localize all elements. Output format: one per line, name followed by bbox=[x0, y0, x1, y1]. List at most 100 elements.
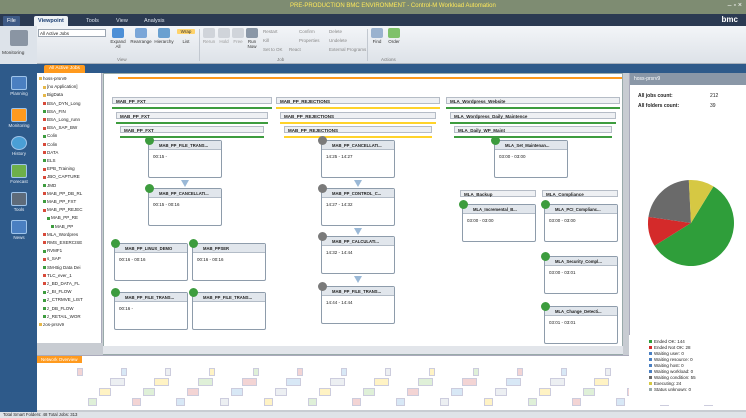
sidebar-item-monitoring[interactable]: Monitoring bbox=[3, 108, 35, 128]
folder-mla-backup[interactable]: MLA_Backup bbox=[460, 190, 536, 197]
lane-header-mla[interactable]: MLA_Wordpress_Website bbox=[446, 97, 620, 104]
restart-button[interactable]: Restart bbox=[263, 29, 278, 34]
job-node[interactable]: MLA_Security_Compl... 03:00 - 03:01 bbox=[541, 252, 618, 294]
undelete-button[interactable]: Undelete bbox=[329, 38, 347, 43]
monitoring-icon bbox=[11, 108, 27, 122]
tree-item[interactable]: MLA_Wordpres bbox=[43, 232, 78, 237]
set-to-ok-button[interactable]: Set to OK bbox=[263, 47, 283, 52]
find-button[interactable]: Find bbox=[371, 28, 383, 44]
tab-file[interactable]: File bbox=[3, 16, 20, 26]
job-node[interactable]: MAB_PPSER 00:16 - 00:16 bbox=[189, 239, 266, 281]
lane-sub-fxt[interactable]: MAB_PP_FXT bbox=[116, 112, 268, 119]
folder-mla-compliance[interactable]: MLA_Compliance bbox=[542, 190, 618, 197]
delete-button[interactable]: Delete bbox=[329, 29, 342, 34]
tree-item[interactable]: JBO_CAPTURE bbox=[43, 174, 80, 179]
job-node[interactable]: MAB_PP_FILE_TRANS... 00:16 - bbox=[111, 288, 188, 330]
lane-header-rejections[interactable]: MAB_PP_REJECTIONS bbox=[276, 97, 440, 104]
wrap-button[interactable]: Wrap bbox=[177, 29, 195, 34]
tab-viewpoint[interactable]: Viewpoint bbox=[34, 16, 68, 26]
tab-tools[interactable]: Tools bbox=[82, 16, 103, 26]
free-button[interactable]: Free bbox=[232, 28, 244, 44]
tree-item[interactable]: z_RETAIL_WOR bbox=[43, 314, 81, 319]
horizontal-scrollbar[interactable] bbox=[103, 346, 623, 354]
kill-button[interactable]: Kill bbox=[263, 38, 269, 43]
hierarchy-button[interactable]: Hierarchy bbox=[153, 28, 175, 44]
properties-button[interactable]: Properties bbox=[299, 38, 320, 43]
tree-item[interactable]: JMD bbox=[43, 183, 56, 188]
tree-item[interactable]: BSA_SAP_BW bbox=[43, 125, 77, 130]
sidebar-item-news[interactable]: News bbox=[3, 220, 35, 240]
tree-item[interactable]: BSA_Long_runn bbox=[43, 117, 80, 122]
expand-all-button[interactable]: Expand All bbox=[109, 28, 127, 49]
tree-item[interactable]: MAB_PP_REJEC bbox=[43, 207, 83, 212]
tree-item[interactable]: s_SAP bbox=[43, 256, 61, 261]
job-node[interactable]: MAB_PP_CANCELLATI... 00:15 - 00:16 bbox=[145, 184, 222, 226]
tree-item[interactable]: [no Application] bbox=[43, 84, 78, 89]
tree-item[interactable]: RVMF1 bbox=[43, 248, 62, 253]
tree-item[interactable]: Colin bbox=[43, 133, 57, 138]
folder-fxt[interactable]: MAB_PP_FXT bbox=[120, 126, 264, 133]
viewpoint-filter-select[interactable]: All Active Jobs bbox=[38, 29, 106, 37]
tree-item[interactable]: MAB_PP_RE bbox=[47, 215, 78, 220]
tree-item[interactable]: z_BD_DATA_FL bbox=[43, 281, 80, 286]
tree-item[interactable]: SM-Big Data Dei bbox=[43, 265, 81, 270]
window-controls[interactable]: – ▫ × bbox=[728, 2, 742, 9]
job-node[interactable]: MAB_PP_FILE_TRANS... 00:15 - bbox=[145, 136, 222, 178]
sidebar-item-history[interactable]: History bbox=[3, 136, 35, 156]
sidebar-item-forecast[interactable]: Forecast bbox=[3, 164, 35, 184]
tab-analysis[interactable]: Analysis bbox=[140, 16, 168, 26]
tree-item[interactable]: z_CTRMVE_LIST bbox=[43, 297, 83, 302]
flow-canvas[interactable]: MAB_PP_FXT MAB_PP_FXT MAB_PP_FXT MAB_PP_… bbox=[103, 73, 623, 355]
tree-item[interactable]: z_DB_FLOW bbox=[43, 306, 74, 311]
tab-all-active-jobs[interactable]: All Active Jobs bbox=[44, 65, 85, 73]
job-node[interactable]: MLA_Set_Maintenan... 03:00 - 03:00 bbox=[491, 136, 568, 178]
job-node[interactable]: MAB_PP_FILE_TRANS... 14:44 - 14:44 bbox=[318, 282, 395, 324]
lane-header-fxt[interactable]: MAB_PP_FXT bbox=[112, 97, 272, 104]
tree-item[interactable]: EPB_Training bbox=[43, 166, 75, 171]
job-node[interactable]: MLA_PCI_Complianc... 03:00 - 03:00 bbox=[541, 200, 618, 242]
tree-item[interactable]: TLC_ever_1 bbox=[43, 273, 72, 278]
job-node[interactable]: MAB_PP_CALCULATI... 14:32 - 14:44 bbox=[318, 232, 395, 274]
tree-item[interactable]: hoss-prsrv9 bbox=[39, 76, 67, 81]
tree-item[interactable]: z_BI_FLOW bbox=[43, 289, 72, 294]
sidebar-item-planning[interactable]: Planning bbox=[3, 76, 35, 96]
tree-item[interactable]: BigData bbox=[43, 92, 63, 97]
tree-item[interactable]: DATA bbox=[43, 150, 58, 155]
job-node[interactable]: MLA_Change_Detecti... 03:01 - 03:01 bbox=[541, 302, 618, 344]
run-now-button[interactable]: Run Now bbox=[245, 28, 259, 49]
tree-item[interactable]: RMS_EXERCISE bbox=[43, 240, 82, 245]
job-node[interactable]: MLA_Incremental_B... 03:00 - 03:00 bbox=[459, 200, 536, 242]
sidebar-item-tools[interactable]: Tools bbox=[3, 192, 35, 212]
tree-item[interactable]: Colin bbox=[43, 142, 57, 147]
rerun-button[interactable]: Rerun bbox=[202, 28, 216, 44]
tree-item[interactable]: zos-prsrv9 bbox=[39, 322, 64, 327]
lane-sub-mla[interactable]: MLA_Wordpress_Daily_Maintence bbox=[450, 112, 616, 119]
tree-item-label: z_CTRMVE_LIST bbox=[47, 297, 83, 303]
tree-item[interactable]: BSA_DYN_Long bbox=[43, 101, 81, 106]
tree-item[interactable]: MAB_PP_FXT bbox=[43, 199, 76, 204]
external-programs-button[interactable]: External Programs bbox=[329, 47, 366, 52]
tab-view[interactable]: View bbox=[112, 16, 132, 26]
rerun-icon bbox=[203, 28, 215, 38]
folder-mla[interactable]: MLA_Daily_WP_Maint bbox=[454, 126, 612, 133]
network-overview-tab[interactable]: Network Overview bbox=[37, 356, 82, 363]
monitoring-domain[interactable]: Monitoring bbox=[0, 26, 37, 64]
job-node[interactable]: MAB_PP_LINUX_DEMO 00:16 - 00:16 bbox=[111, 239, 188, 281]
confirm-button[interactable]: Confirm bbox=[299, 29, 315, 34]
list-button[interactable]: List bbox=[177, 39, 195, 44]
job-node[interactable]: MAB_PP_CANCELLATI... 14:25 - 14:27 bbox=[318, 136, 395, 178]
job-node[interactable]: MAB_PP_CONTROL_C... 14:27 - 14:32 bbox=[318, 184, 395, 226]
hold-button[interactable]: Hold bbox=[218, 28, 230, 44]
tree-item[interactable]: MAB_PP_DB_RL bbox=[43, 191, 82, 196]
planning-icon bbox=[11, 76, 27, 90]
react-button[interactable]: React bbox=[289, 47, 301, 52]
job-node[interactable]: MAB_PP_FILE_TRANS... bbox=[189, 288, 266, 330]
tree-item[interactable]: ELS bbox=[43, 158, 56, 163]
order-button[interactable]: Order bbox=[387, 28, 401, 44]
folder-rejections[interactable]: MAB_PP_REJECTIONS bbox=[284, 126, 432, 133]
lane-sub-rejections[interactable]: MAB_PP_REJECTIONS bbox=[280, 112, 436, 119]
tree-item[interactable]: MAB_PP bbox=[51, 224, 73, 229]
tree-item[interactable]: BSA_FIN bbox=[43, 109, 66, 114]
overview-block bbox=[517, 368, 523, 376]
rearrange-button[interactable]: Rearrange bbox=[130, 28, 152, 44]
